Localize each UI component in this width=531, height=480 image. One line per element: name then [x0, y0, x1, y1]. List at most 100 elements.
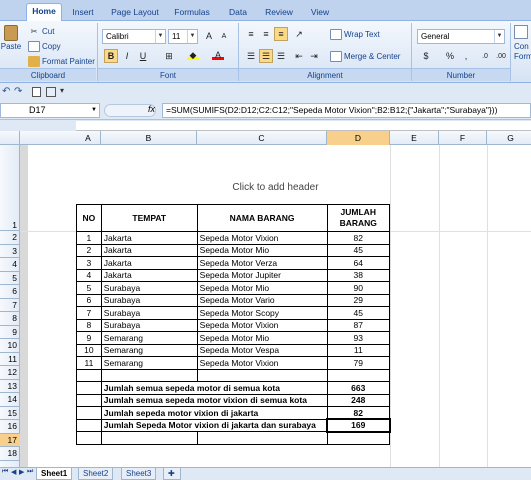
- cell-jumlah[interactable]: 64: [326, 256, 391, 270]
- cell-tempat[interactable]: Semarang: [100, 331, 198, 345]
- cell-empty[interactable]: [196, 431, 328, 445]
- italic-button[interactable]: I: [120, 49, 134, 63]
- row-header[interactable]: 17: [0, 433, 20, 447]
- cell-jumlah[interactable]: 29: [326, 293, 391, 307]
- column-header-f[interactable]: F: [439, 131, 487, 145]
- tab-home[interactable]: Home: [26, 3, 62, 22]
- cell-no[interactable]: 6: [76, 293, 102, 307]
- row-header[interactable]: 16: [0, 420, 20, 434]
- row-header[interactable]: 13: [0, 380, 20, 393]
- cell-jumlah[interactable]: 82: [326, 231, 391, 245]
- percent-button[interactable]: %: [443, 49, 457, 63]
- cell-barang[interactable]: Sepeda Motor Verza: [196, 256, 328, 270]
- tab-view[interactable]: View: [306, 5, 334, 21]
- print-preview-icon[interactable]: [46, 87, 56, 97]
- cell-no[interactable]: 4: [76, 268, 102, 282]
- cell-empty[interactable]: [76, 418, 102, 432]
- cut-button[interactable]: ✂ Cut: [28, 24, 55, 39]
- cell-no[interactable]: 7: [76, 306, 102, 320]
- cell-tempat[interactable]: Surabaya: [100, 306, 198, 320]
- row-header[interactable]: 18: [0, 447, 20, 461]
- summary-value[interactable]: 82: [326, 406, 391, 420]
- row-header[interactable]: 2: [0, 231, 20, 245]
- orientation-icon[interactable]: ↗: [292, 27, 306, 41]
- format-painter-button[interactable]: Format Painter: [28, 54, 95, 69]
- column-header-e[interactable]: E: [390, 131, 439, 145]
- cell-empty[interactable]: [76, 431, 102, 445]
- conditional-format-button[interactable]: Con Form: [514, 25, 531, 69]
- cell-empty[interactable]: [326, 368, 391, 382]
- cell-barang[interactable]: Sepeda Motor Mio: [196, 331, 328, 345]
- row-header[interactable]: 10: [0, 339, 20, 353]
- cell-empty[interactable]: [76, 406, 102, 420]
- fill-color-icon[interactable]: ◆: [186, 49, 200, 63]
- cell-tempat[interactable]: Surabaya: [100, 281, 198, 295]
- cell-empty[interactable]: [326, 431, 391, 445]
- sheet-tab-3[interactable]: Sheet3: [121, 468, 157, 480]
- font-name-select[interactable]: Calibri ▼: [102, 29, 166, 44]
- align-bottom-icon[interactable]: ≡: [274, 27, 288, 41]
- underline-button[interactable]: U: [136, 49, 150, 63]
- page-header-placeholder[interactable]: Click to add header: [20, 182, 531, 193]
- cell-tempat[interactable]: Jakarta: [100, 231, 198, 245]
- grow-font-icon[interactable]: A: [202, 29, 216, 43]
- cell-tempat[interactable]: Surabaya: [100, 293, 198, 307]
- header-nama-barang[interactable]: NAMA BARANG: [196, 204, 328, 232]
- column-header-c[interactable]: C: [197, 131, 327, 145]
- tab-insert[interactable]: Insert: [66, 5, 100, 21]
- cell-jumlah[interactable]: 11: [326, 343, 391, 357]
- chevron-down-icon[interactable]: ▾: [60, 86, 64, 95]
- summary-label[interactable]: Jumlah Sepeda Motor vixion di jakarta da…: [100, 418, 328, 432]
- bold-button[interactable]: B: [104, 49, 118, 63]
- cell-no[interactable]: 10: [76, 343, 102, 357]
- cell-barang[interactable]: Sepeda Motor Vixion: [196, 318, 328, 332]
- cell-barang[interactable]: Sepeda Motor Vespa: [196, 343, 328, 357]
- cell-no[interactable]: 5: [76, 281, 102, 295]
- summary-value[interactable]: 248: [326, 393, 391, 407]
- decrease-indent-icon[interactable]: ⇤: [292, 49, 306, 63]
- sheet-nav-next-icon[interactable]: ▶: [19, 468, 24, 476]
- new-document-icon[interactable]: [32, 87, 41, 97]
- row-header[interactable]: 4: [0, 258, 20, 272]
- summary-value[interactable]: 663: [326, 381, 391, 395]
- row-header[interactable]: 6: [0, 285, 20, 299]
- cell-tempat[interactable]: Surabaya: [100, 318, 198, 332]
- shrink-font-icon[interactable]: A: [217, 29, 231, 43]
- sheet-nav-last-icon[interactable]: ⏭: [27, 468, 33, 476]
- cell-jumlah[interactable]: 45: [326, 243, 391, 257]
- cell-jumlah[interactable]: 79: [326, 356, 391, 370]
- borders-icon[interactable]: ⊞: [162, 49, 176, 63]
- worksheet[interactable]: Click to add header NO TEMPAT NAMA BARAN…: [20, 145, 531, 467]
- sheet-tab-2[interactable]: Sheet2: [78, 468, 114, 480]
- row-header[interactable]: 9: [0, 326, 20, 339]
- cell-no[interactable]: 9: [76, 331, 102, 345]
- redo-icon[interactable]: ↷: [14, 86, 22, 97]
- row-header[interactable]: 15: [0, 407, 20, 420]
- align-center-icon[interactable]: ☰: [259, 49, 273, 63]
- column-header-g[interactable]: G: [487, 131, 531, 145]
- cell-empty[interactable]: [100, 368, 198, 382]
- row-header[interactable]: 11: [0, 353, 20, 366]
- cell-jumlah[interactable]: 90: [326, 281, 391, 295]
- row-header[interactable]: 5: [0, 272, 20, 285]
- cell-empty[interactable]: [76, 381, 102, 395]
- cell-barang[interactable]: Sepeda Motor Mio: [196, 281, 328, 295]
- cell-barang[interactable]: Sepeda Motor Vixion: [196, 231, 328, 245]
- row-header[interactable]: 12: [0, 366, 20, 380]
- header-tempat[interactable]: TEMPAT: [100, 204, 198, 232]
- cell-tempat[interactable]: Jakarta: [100, 268, 198, 282]
- cell-no[interactable]: 8: [76, 318, 102, 332]
- cell-tempat[interactable]: Jakarta: [100, 256, 198, 270]
- paste-button[interactable]: Paste: [0, 25, 22, 65]
- cell-jumlah[interactable]: 87: [326, 318, 391, 332]
- summary-label[interactable]: Jumlah semua sepeda motor vixion di semu…: [100, 393, 328, 407]
- font-color-icon[interactable]: A: [211, 49, 225, 63]
- header-no[interactable]: NO: [76, 204, 102, 232]
- tab-review[interactable]: Review: [261, 5, 297, 21]
- increase-indent-icon[interactable]: ⇥: [307, 49, 321, 63]
- row-header[interactable]: 8: [0, 312, 20, 326]
- currency-button[interactable]: $: [419, 49, 433, 63]
- tab-page-layout[interactable]: Page Layout: [108, 5, 162, 21]
- header-jumlah-barang[interactable]: JUMLAH BARANG: [326, 204, 391, 232]
- cell-barang[interactable]: Sepeda Motor Scopy: [196, 306, 328, 320]
